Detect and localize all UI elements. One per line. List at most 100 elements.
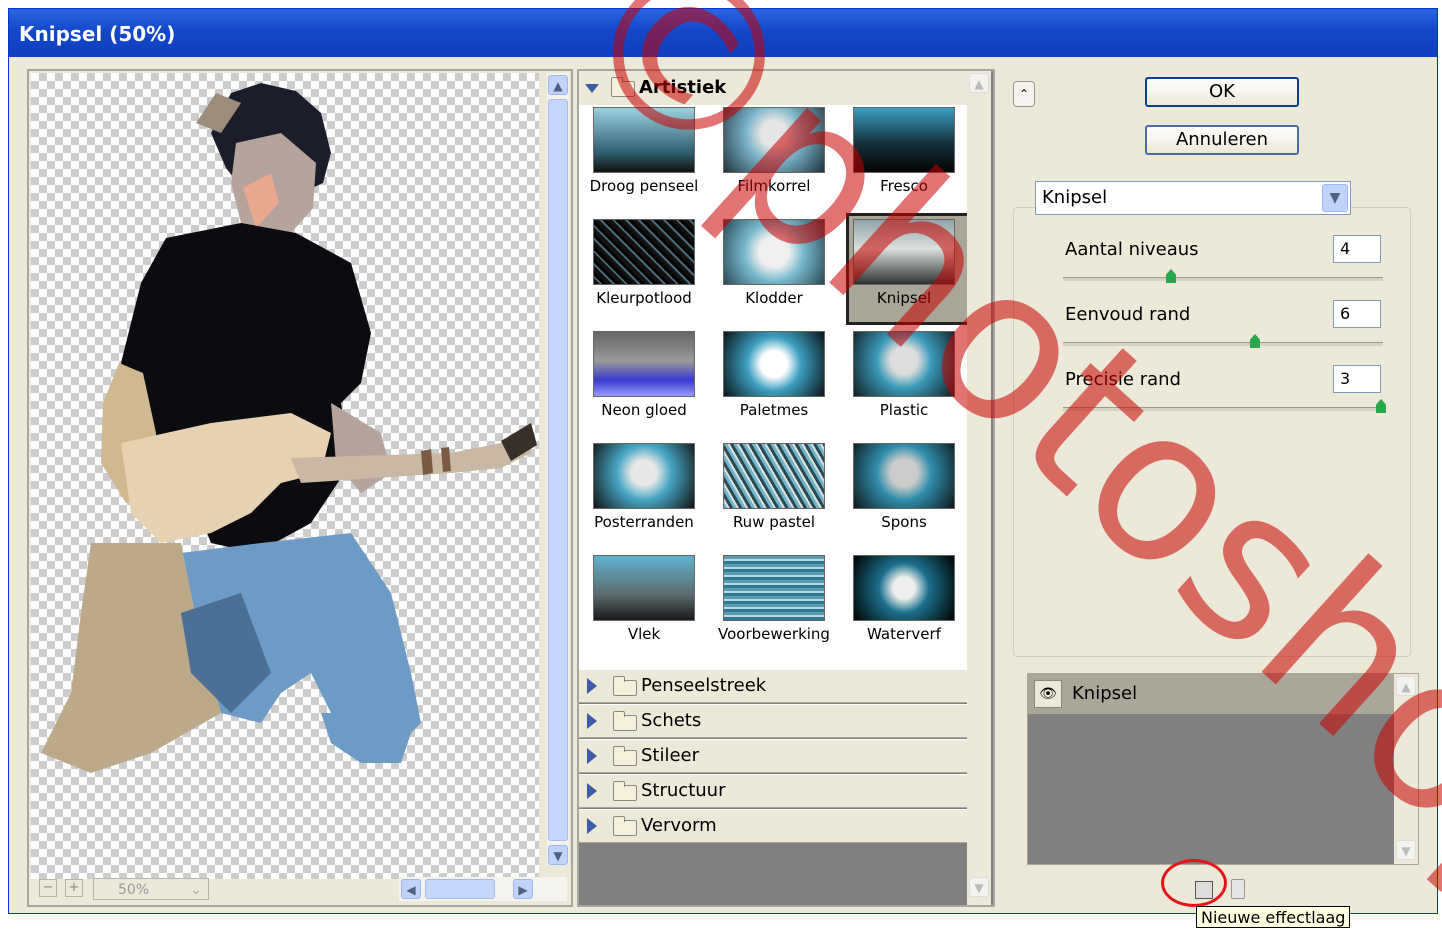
preview-canvas[interactable]: [31, 73, 539, 879]
thumbnail-image: [723, 219, 825, 285]
filter-thumb-fresco[interactable]: Fresco: [839, 105, 969, 217]
param-label-precisie-rand: Precisie rand: [1065, 369, 1181, 390]
category-label: Schets: [641, 710, 702, 731]
filter-label: Paletmes: [739, 401, 809, 419]
eye-icon[interactable]: 👁: [1034, 680, 1062, 708]
filter-thumb-waterverf[interactable]: Waterverf: [839, 553, 969, 665]
filter-label: Neon gloed: [601, 401, 687, 419]
filter-thumb-klodder[interactable]: Klodder: [709, 217, 839, 329]
folder-icon: [613, 746, 637, 766]
filter-thumbnails: Droog penseel Filmkorrel Fresco Kleurpot…: [579, 105, 974, 665]
precisie-rand-slider[interactable]: [1063, 407, 1383, 411]
filter-thumb-posterranden[interactable]: Posterranden: [579, 441, 709, 553]
category-vervorm[interactable]: Vervorm: [579, 809, 969, 843]
scroll-down-icon[interactable]: ▼: [548, 845, 568, 865]
filter-thumb-ruw-pastel[interactable]: Ruw pastel: [709, 441, 839, 553]
precisie-rand-input[interactable]: 3: [1333, 365, 1381, 393]
category-penseelstreek[interactable]: Penseelstreek: [579, 669, 969, 703]
preview-horizontal-scrollbar[interactable]: ◀ ▶: [399, 877, 567, 901]
expand-triangle-icon[interactable]: [587, 678, 597, 694]
filter-thumb-voorbewerking[interactable]: Voorbewerking: [709, 553, 839, 665]
scroll-up-icon[interactable]: ▲: [548, 75, 568, 95]
thumbnail-image: [723, 331, 825, 397]
expand-triangle-icon[interactable]: [587, 818, 597, 834]
tooltip: Nieuwe effectlaag: [1196, 906, 1351, 928]
collapse-gallery-icon[interactable]: ⌃: [1013, 81, 1035, 107]
category-structuur[interactable]: Structuur: [579, 774, 969, 808]
thumbnail-image: [853, 555, 955, 621]
filter-thumb-neon-gloed[interactable]: Neon gloed: [579, 329, 709, 441]
filter-thumb-droog-penseel[interactable]: Droog penseel: [579, 105, 709, 217]
zoom-in-button[interactable]: +: [65, 879, 83, 897]
expand-triangle-icon[interactable]: [587, 713, 597, 729]
ok-button[interactable]: OK: [1145, 77, 1299, 107]
filter-label: Droog penseel: [589, 177, 699, 195]
effect-layer-row[interactable]: 👁 Knipsel: [1028, 674, 1394, 714]
scroll-down-icon[interactable]: ▼: [1396, 840, 1416, 860]
filter-settings-group: [1013, 207, 1411, 657]
gallery-scrollbar[interactable]: ▲ ▼: [967, 71, 991, 905]
scroll-up-icon[interactable]: ▲: [969, 73, 989, 93]
zoom-select[interactable]: 50% ⌄: [93, 878, 209, 900]
thumbnail-image: [593, 331, 695, 397]
scroll-thumb[interactable]: [548, 99, 568, 841]
param-label-aantal-niveaus: Aantal niveaus: [1065, 239, 1199, 260]
expand-triangle-icon[interactable]: [585, 84, 599, 93]
category-header-artistiek[interactable]: Artistiek: [579, 71, 969, 105]
thumbnail-image: [593, 443, 695, 509]
expand-triangle-icon[interactable]: [587, 748, 597, 764]
filter-label: Plastic: [879, 401, 929, 419]
filter-thumb-vlek[interactable]: Vlek: [579, 553, 709, 665]
layers-scrollbar[interactable]: ▲ ▼: [1394, 674, 1418, 864]
category-artistiek: Artistiek Droog penseel Filmkorrel Fresc…: [579, 71, 974, 669]
folder-icon: [613, 676, 637, 696]
hscroll-thumb[interactable]: [425, 879, 495, 899]
filter-thumb-kleurpotlood[interactable]: Kleurpotlood: [579, 217, 709, 329]
highlight-circle: [1161, 859, 1227, 907]
zoom-out-button[interactable]: −: [39, 879, 57, 897]
aantal-niveaus-slider[interactable]: [1063, 277, 1383, 281]
scroll-up-icon[interactable]: ▲: [1396, 676, 1416, 696]
folder-icon: [613, 816, 637, 836]
category-schets[interactable]: Schets: [579, 704, 969, 738]
category-stileer[interactable]: Stileer: [579, 739, 969, 773]
thumbnail-image: [593, 219, 695, 285]
filter-label: Fresco: [880, 177, 928, 195]
param-label-eenvoud-rand: Eenvoud rand: [1065, 304, 1191, 325]
expand-triangle-icon[interactable]: [587, 783, 597, 799]
filter-thumb-spons[interactable]: Spons: [839, 441, 969, 553]
eenvoud-rand-input[interactable]: 6: [1333, 300, 1381, 328]
filter-gallery: Artistiek Droog penseel Filmkorrel Fresc…: [577, 69, 995, 907]
cancel-button[interactable]: Annuleren: [1145, 125, 1299, 155]
preview-vertical-scrollbar[interactable]: ▲ ▼: [547, 73, 569, 865]
category-label: Stileer: [641, 745, 700, 766]
filter-select[interactable]: Knipsel ▼: [1035, 181, 1351, 215]
filter-label: Klodder: [745, 289, 803, 307]
category-label: Structuur: [641, 780, 726, 801]
settings-panel: ⌃ OK Annuleren Knipsel ▼ Aantal niveaus …: [999, 69, 1429, 907]
thumbnail-image: [723, 443, 825, 509]
category-label: Penseelstreek: [641, 675, 767, 696]
folder-icon: [613, 711, 637, 731]
effect-layers-panel: 👁 Knipsel ▲ ▼: [1027, 673, 1419, 865]
scroll-down-icon[interactable]: ▼: [969, 877, 989, 897]
preview-zoom-bar: − + 50% ⌄ ◀ ▶: [31, 877, 567, 901]
thumbnail-image: [723, 555, 825, 621]
chevron-down-icon[interactable]: ▼: [1322, 184, 1348, 212]
trash-icon[interactable]: [1231, 879, 1245, 899]
filter-thumb-plastic[interactable]: Plastic: [839, 329, 969, 441]
filter-thumb-paletmes[interactable]: Paletmes: [709, 329, 839, 441]
aantal-niveaus-input[interactable]: 4: [1333, 235, 1381, 263]
scroll-left-icon[interactable]: ◀: [401, 879, 421, 899]
filter-thumb-filmkorrel[interactable]: Filmkorrel: [709, 105, 839, 217]
filter-thumb-knipsel[interactable]: Knipsel: [839, 213, 974, 329]
scroll-right-icon[interactable]: ▶: [513, 879, 533, 899]
thumbnail-image: [853, 219, 955, 285]
thumbnail-image: [593, 555, 695, 621]
thumbnail-image: [723, 107, 825, 173]
thumbnail-image: [593, 107, 695, 173]
thumbnail-image: [853, 107, 955, 173]
folder-open-icon: [611, 77, 635, 97]
eenvoud-rand-slider[interactable]: [1063, 342, 1383, 346]
window-title: Knipsel (50%): [9, 9, 1437, 57]
